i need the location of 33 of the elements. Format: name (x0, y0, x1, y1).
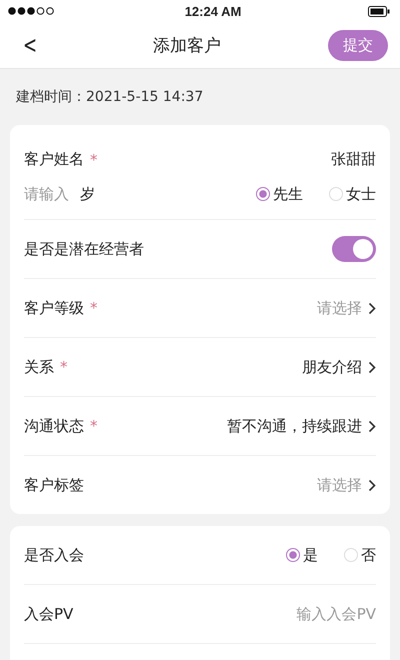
field-label: 客户等级 (24, 298, 84, 318)
required-mark: * (90, 150, 98, 168)
chevron-right-icon (368, 478, 376, 492)
chevron-right-icon (368, 302, 376, 314)
field-label: 是否是潜在经营者 (24, 240, 144, 258)
toggle-switch[interactable] (332, 236, 376, 262)
status-time: 12:24 AM (184, 4, 242, 18)
select-field[interactable]: 朋友介绍 (302, 358, 376, 376)
select-field[interactable]: 暂不沟通，持续跟进 (227, 416, 376, 436)
gender-radio[interactable]: 先生 (256, 184, 303, 204)
pv-field[interactable]: 输入入会PV (236, 605, 376, 623)
created-label: 建档时间： (16, 88, 86, 106)
chevron-right-icon (368, 420, 376, 432)
field-label: 沟通状态 (24, 416, 84, 436)
back-button[interactable]: < (18, 31, 42, 59)
name-value: 张甜甜 (331, 150, 376, 169)
required-mark: * (90, 417, 98, 435)
required-mark: * (90, 299, 98, 317)
page-title: 添加客户 (153, 34, 222, 56)
field-label: 客户标签 (24, 476, 84, 494)
field-label: 客户姓名 (24, 150, 84, 169)
field-label: 是否入会 (24, 546, 84, 564)
chevron-right-icon (368, 360, 376, 374)
radio-option[interactable]: 否 (344, 546, 376, 564)
age-unit: 岁 (80, 184, 95, 204)
radio-option[interactable]: 是 (286, 546, 318, 564)
battery-icon (368, 6, 390, 16)
field-label: 关系 (24, 358, 54, 376)
field-label: 入会PV (24, 604, 74, 624)
gender-radio[interactable]: 女士 (329, 184, 376, 204)
age-field[interactable]: 请输入 (24, 185, 74, 203)
created-time: 2021-5-15 14:37 (86, 89, 204, 105)
required-mark: * (60, 358, 68, 376)
